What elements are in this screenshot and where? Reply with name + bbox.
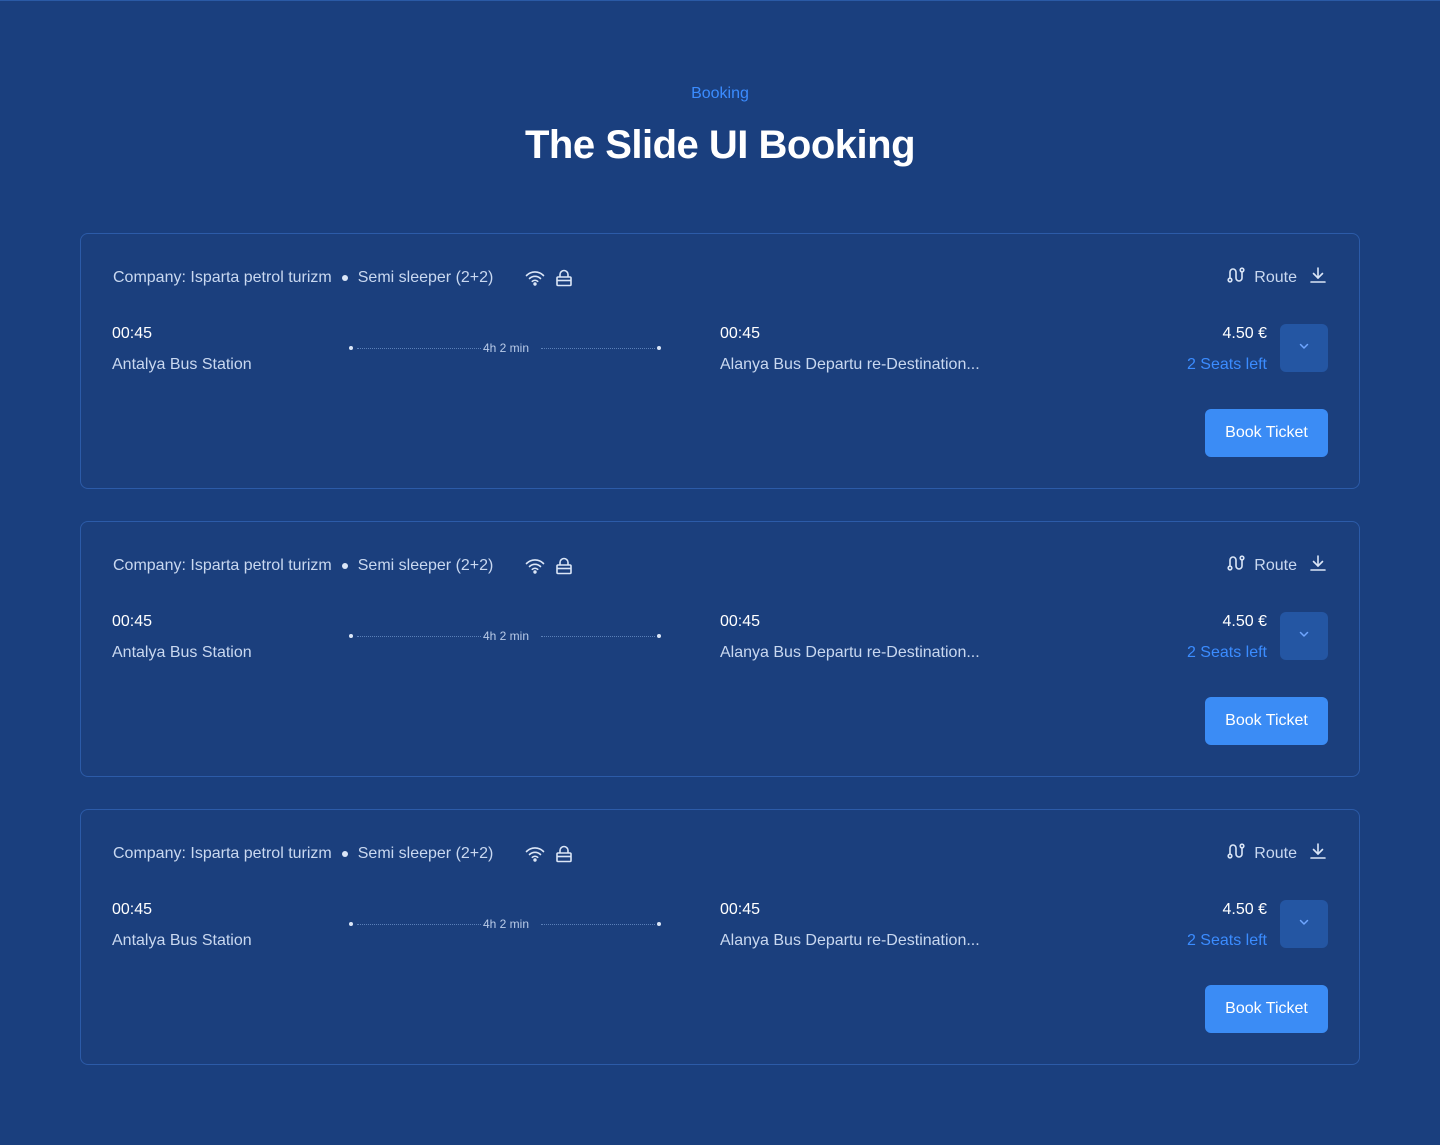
amenities [525,269,573,287]
journey-line: 4h 2 min [349,341,663,355]
ticket-card: Company: Isparta petrol turizm Semi slee… [80,809,1360,1065]
departure-station: Antalya Bus Station [112,644,252,661]
end-point [657,346,661,350]
end-point [657,922,661,926]
download-icon[interactable] [1309,842,1327,865]
journey-dots [541,924,655,925]
bus-type: Semi sleeper (2+2) [357,268,494,286]
download-icon[interactable] [1309,266,1327,289]
journey-line: 4h 2 min [349,629,663,643]
end-point [657,634,661,638]
route-label: Route [1254,268,1297,286]
chevron-down-icon [1297,915,1311,934]
ticket-header: Company: Isparta petrol turizm Semi slee… [113,842,1327,865]
route-link[interactable]: Route [1226,266,1327,289]
arrival-station: Alanya Bus Departu re-Destination... [720,932,980,949]
seats-left: 2 Seats left [1186,932,1267,949]
wifi-icon [525,845,545,863]
chevron-down-icon [1297,339,1311,358]
arrival: 00:45 Alanya Bus Departu re-Destination.… [720,900,980,950]
ticket-card: Company: Isparta petrol turizm Semi slee… [80,233,1360,489]
journey-dots [541,636,655,637]
amenities [525,845,573,863]
departure-station: Antalya Bus Station [112,356,252,373]
route-icon [1226,266,1246,289]
departure: 00:45 Antalya Bus Station [112,324,252,374]
lock-icon [555,845,573,863]
separator-dot [341,850,348,857]
amenities [525,557,573,575]
booking-page: Booking The Slide UI Booking Company: Is… [0,0,1440,1145]
departure: 00:45 Antalya Bus Station [112,612,252,662]
departure-time: 00:45 [112,901,153,918]
arrival-time: 00:45 [720,901,761,918]
departure: 00:45 Antalya Bus Station [112,900,252,950]
book-ticket-button[interactable]: Book Ticket [1205,697,1328,745]
bus-type: Semi sleeper (2+2) [357,844,494,862]
chevron-down-icon [1297,627,1311,646]
ticket-header: Company: Isparta petrol turizm Semi slee… [113,266,1327,289]
arrival: 00:45 Alanya Bus Departu re-Destination.… [720,612,980,662]
arrival-station: Alanya Bus Departu re-Destination... [720,644,980,661]
lock-icon [555,269,573,287]
price-info: 4.50 € 2 Seats left [1187,900,1267,950]
expand-button[interactable] [1280,324,1328,372]
seats-left: 2 Seats left [1186,356,1267,373]
ticket-card: Company: Isparta petrol turizm Semi slee… [80,521,1360,777]
section-eyebrow: Booking [691,85,749,102]
route-link[interactable]: Route [1226,842,1327,865]
route-label: Route [1254,556,1297,574]
download-icon[interactable] [1309,554,1327,577]
price-info: 4.50 € 2 Seats left [1187,324,1267,374]
book-ticket-button[interactable]: Book Ticket [1205,409,1328,457]
separator-dot [341,562,348,569]
route-icon [1226,554,1246,577]
wifi-icon [525,269,545,287]
bus-type: Semi sleeper (2+2) [357,556,494,574]
wifi-icon [525,557,545,575]
route-label: Route [1254,844,1297,862]
expand-button[interactable] [1280,612,1328,660]
lock-icon [555,557,573,575]
arrival: 00:45 Alanya Bus Departu re-Destination.… [720,324,980,374]
separator-dot [341,274,348,281]
arrival-station: Alanya Bus Departu re-Destination... [720,356,980,373]
journey-line: 4h 2 min [349,917,663,931]
route-icon [1226,842,1246,865]
price: 4.50 € [1222,613,1267,630]
company-name: Company: Isparta petrol turizm [113,844,332,862]
arrival-time: 00:45 [720,325,761,342]
price: 4.50 € [1222,325,1267,342]
company-name: Company: Isparta petrol turizm [113,556,332,574]
departure-time: 00:45 [112,325,153,342]
ticket-header: Company: Isparta petrol turizm Semi slee… [113,554,1327,577]
seats-left: 2 Seats left [1186,644,1267,661]
departure-time: 00:45 [112,613,153,630]
expand-button[interactable] [1280,900,1328,948]
price-info: 4.50 € 2 Seats left [1187,612,1267,662]
price: 4.50 € [1222,901,1267,918]
route-link[interactable]: Route [1226,554,1327,577]
book-ticket-button[interactable]: Book Ticket [1205,985,1328,1033]
page-title: The Slide UI Booking [524,123,916,167]
arrival-time: 00:45 [720,613,761,630]
journey-dots [541,348,655,349]
company-name: Company: Isparta petrol turizm [113,268,332,286]
departure-station: Antalya Bus Station [112,932,252,949]
